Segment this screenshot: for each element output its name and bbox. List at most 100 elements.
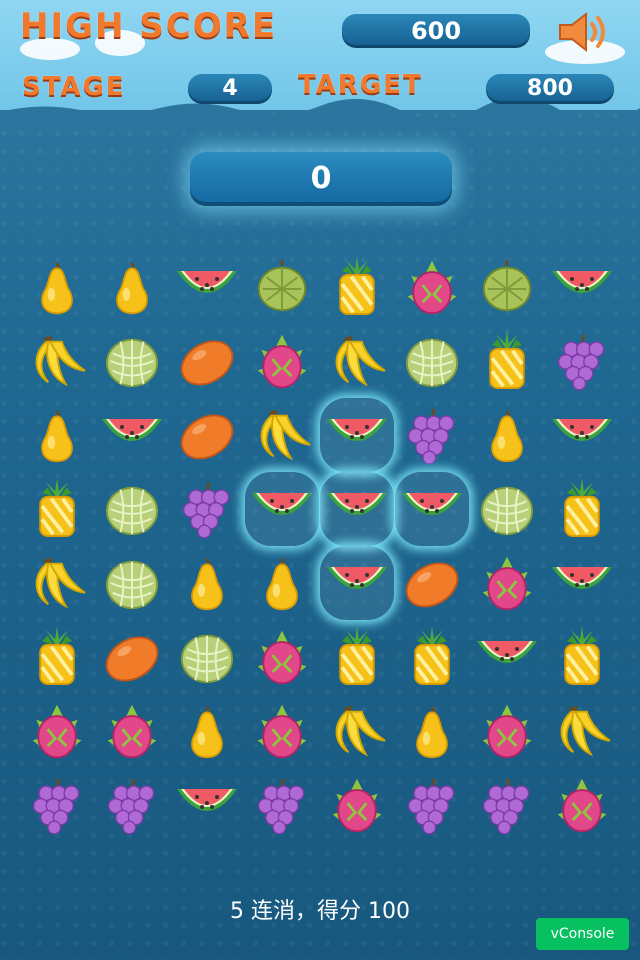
- board-tile-grape[interactable]: [170, 472, 244, 546]
- board-tile-pear[interactable]: [395, 694, 469, 768]
- board-tile-watermelon[interactable]: [320, 398, 394, 472]
- board-tile-melon[interactable]: [395, 324, 469, 398]
- board-tile-pineapple[interactable]: [20, 472, 94, 546]
- melon-icon: [95, 546, 169, 620]
- pear-icon: [170, 694, 244, 768]
- grape-icon: [245, 768, 319, 842]
- vconsole-button[interactable]: vConsole: [536, 918, 629, 950]
- high-score-label: HIGH SCORE: [20, 6, 278, 46]
- board-tile-pear[interactable]: [95, 250, 169, 324]
- board-tile-banana[interactable]: [320, 324, 394, 398]
- board-tile-watermelon[interactable]: [170, 768, 244, 842]
- mango-icon: [95, 620, 169, 694]
- board-tile-banana[interactable]: [20, 324, 94, 398]
- dragonfruit-icon: [95, 694, 169, 768]
- board-tile-mango[interactable]: [170, 398, 244, 472]
- pineapple-icon: [20, 472, 94, 546]
- pineapple-icon: [545, 620, 619, 694]
- board-tile-dragonfruit[interactable]: [245, 324, 319, 398]
- board-tile-dragonfruit[interactable]: [245, 620, 319, 694]
- dragonfruit-icon: [245, 324, 319, 398]
- speaker-icon[interactable]: [556, 10, 610, 54]
- board-tile-melon[interactable]: [95, 324, 169, 398]
- pineapple-icon: [395, 620, 469, 694]
- board-tile-pineapple[interactable]: [320, 620, 394, 694]
- board-tile-banana[interactable]: [20, 546, 94, 620]
- board-tile-banana[interactable]: [320, 694, 394, 768]
- banana-icon: [20, 546, 94, 620]
- board-tile-watermelon[interactable]: [170, 250, 244, 324]
- board-tile-watermelon[interactable]: [95, 398, 169, 472]
- dragonfruit-icon: [245, 620, 319, 694]
- board-tile-dragonfruit[interactable]: [470, 694, 544, 768]
- board-tile-pear[interactable]: [170, 694, 244, 768]
- banana-icon: [320, 324, 394, 398]
- board-tile-pineapple[interactable]: [20, 620, 94, 694]
- grape-icon: [170, 472, 244, 546]
- dragonfruit-icon: [470, 546, 544, 620]
- board-tile-dragonfruit[interactable]: [470, 546, 544, 620]
- board-tile-watermelon[interactable]: [470, 620, 544, 694]
- watermelon-icon: [395, 472, 469, 546]
- board-tile-dragonfruit[interactable]: [395, 250, 469, 324]
- board-tile-dragonfruit[interactable]: [245, 694, 319, 768]
- watermelon-icon: [470, 620, 544, 694]
- dragonfruit-icon: [245, 694, 319, 768]
- mango-icon: [170, 324, 244, 398]
- board-tile-dragonfruit[interactable]: [20, 694, 94, 768]
- board-tile-mango[interactable]: [395, 546, 469, 620]
- board-tile-watermelon[interactable]: [545, 398, 619, 472]
- pear-icon: [245, 546, 319, 620]
- pineapple-icon: [20, 620, 94, 694]
- board-tile-pear[interactable]: [20, 398, 94, 472]
- mango-icon: [170, 398, 244, 472]
- watermelon-icon: [320, 472, 394, 546]
- melon-icon: [170, 620, 244, 694]
- board-tile-banana[interactable]: [245, 398, 319, 472]
- board-tile-dragonfruit[interactable]: [320, 768, 394, 842]
- board-tile-durian[interactable]: [245, 250, 319, 324]
- board-tile-grape[interactable]: [395, 398, 469, 472]
- board-tile-watermelon[interactable]: [395, 472, 469, 546]
- board-tile-pear[interactable]: [170, 546, 244, 620]
- board-tile-watermelon[interactable]: [320, 472, 394, 546]
- board-tile-grape[interactable]: [245, 768, 319, 842]
- dragonfruit-icon: [470, 694, 544, 768]
- board-tile-grape[interactable]: [545, 324, 619, 398]
- pineapple-icon: [320, 250, 394, 324]
- board-tile-mango[interactable]: [170, 324, 244, 398]
- pear-icon: [20, 398, 94, 472]
- pineapple-icon: [470, 324, 544, 398]
- board-tile-pineapple[interactable]: [470, 324, 544, 398]
- banana-icon: [20, 324, 94, 398]
- board-tile-pineapple[interactable]: [545, 472, 619, 546]
- board-tile-melon[interactable]: [470, 472, 544, 546]
- board-tile-grape[interactable]: [95, 768, 169, 842]
- grape-icon: [395, 768, 469, 842]
- board-tile-dragonfruit[interactable]: [545, 768, 619, 842]
- board-tile-pineapple[interactable]: [320, 250, 394, 324]
- board-tile-watermelon[interactable]: [245, 472, 319, 546]
- melon-icon: [95, 324, 169, 398]
- board-tile-dragonfruit[interactable]: [95, 694, 169, 768]
- board-tile-pear[interactable]: [20, 250, 94, 324]
- board-tile-melon[interactable]: [95, 546, 169, 620]
- board-tile-watermelon[interactable]: [545, 250, 619, 324]
- board-tile-melon[interactable]: [170, 620, 244, 694]
- board-tile-pineapple[interactable]: [545, 620, 619, 694]
- board-tile-melon[interactable]: [95, 472, 169, 546]
- board-tile-grape[interactable]: [20, 768, 94, 842]
- board-tile-durian[interactable]: [470, 250, 544, 324]
- board-tile-watermelon[interactable]: [545, 546, 619, 620]
- board-tile-grape[interactable]: [395, 768, 469, 842]
- grape-icon: [470, 768, 544, 842]
- board-tile-banana[interactable]: [545, 694, 619, 768]
- board-tile-grape[interactable]: [470, 768, 544, 842]
- board-tile-mango[interactable]: [95, 620, 169, 694]
- board-tile-pear[interactable]: [245, 546, 319, 620]
- durian-icon: [245, 250, 319, 324]
- banana-icon: [545, 694, 619, 768]
- board-tile-pineapple[interactable]: [395, 620, 469, 694]
- board-tile-watermelon[interactable]: [320, 546, 394, 620]
- board-tile-pear[interactable]: [470, 398, 544, 472]
